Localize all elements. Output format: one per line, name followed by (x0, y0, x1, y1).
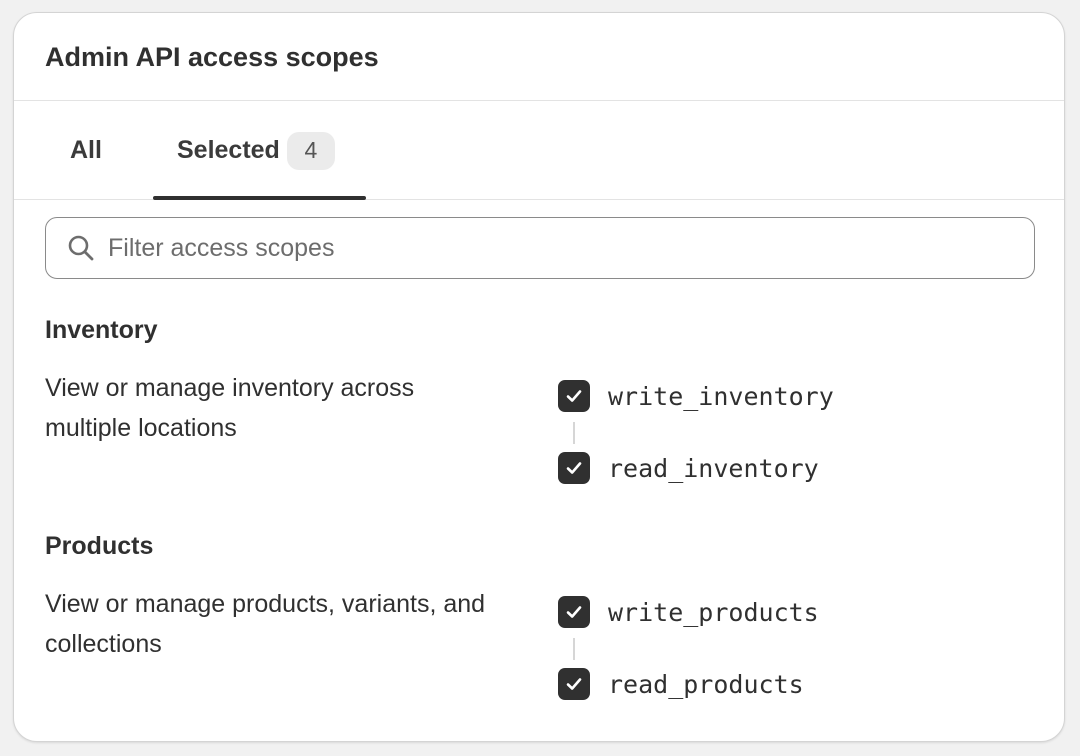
scope-read-products[interactable]: read_products (558, 667, 804, 701)
card-title: Admin API access scopes (45, 42, 379, 72)
section-description-inventory: View or manage inventory across multiple… (45, 374, 415, 442)
checkbox-checked-icon[interactable] (558, 380, 590, 412)
checkbox-checked-icon[interactable] (558, 452, 590, 484)
scope-tabs: All Selected 4 (14, 101, 1064, 200)
scope-label: write_inventory (608, 381, 834, 411)
section-title-products: Products (45, 532, 154, 560)
tab-all[interactable]: All (70, 101, 102, 200)
filter-access-scopes-input[interactable] (108, 228, 1034, 268)
section-description-products: View or manage products, variants, and c… (45, 590, 486, 658)
filter-search-box[interactable] (45, 217, 1035, 279)
checkbox-checked-icon[interactable] (558, 668, 590, 700)
access-scopes-card: Admin API access scopes All Selected 4 I… (13, 12, 1065, 742)
scope-label: read_products (608, 669, 804, 699)
tab-selected-label: Selected (177, 136, 280, 164)
section-title-inventory: Inventory (45, 316, 158, 344)
scope-read-inventory[interactable]: read_inventory (558, 451, 819, 485)
scope-write-products[interactable]: write_products (558, 595, 819, 629)
selected-count-badge: 4 (286, 131, 335, 170)
card-header: Admin API access scopes (14, 13, 1064, 101)
scope-write-inventory[interactable]: write_inventory (558, 379, 834, 413)
scope-connector-line (573, 638, 575, 660)
checkbox-checked-icon[interactable] (558, 596, 590, 628)
tab-all-label: All (70, 136, 102, 164)
scope-label: read_inventory (608, 453, 819, 483)
scope-connector-line (573, 422, 575, 444)
tab-selected[interactable]: Selected 4 (177, 101, 335, 200)
active-tab-indicator (153, 196, 366, 200)
scope-label: write_products (608, 597, 819, 627)
search-icon (66, 233, 96, 263)
